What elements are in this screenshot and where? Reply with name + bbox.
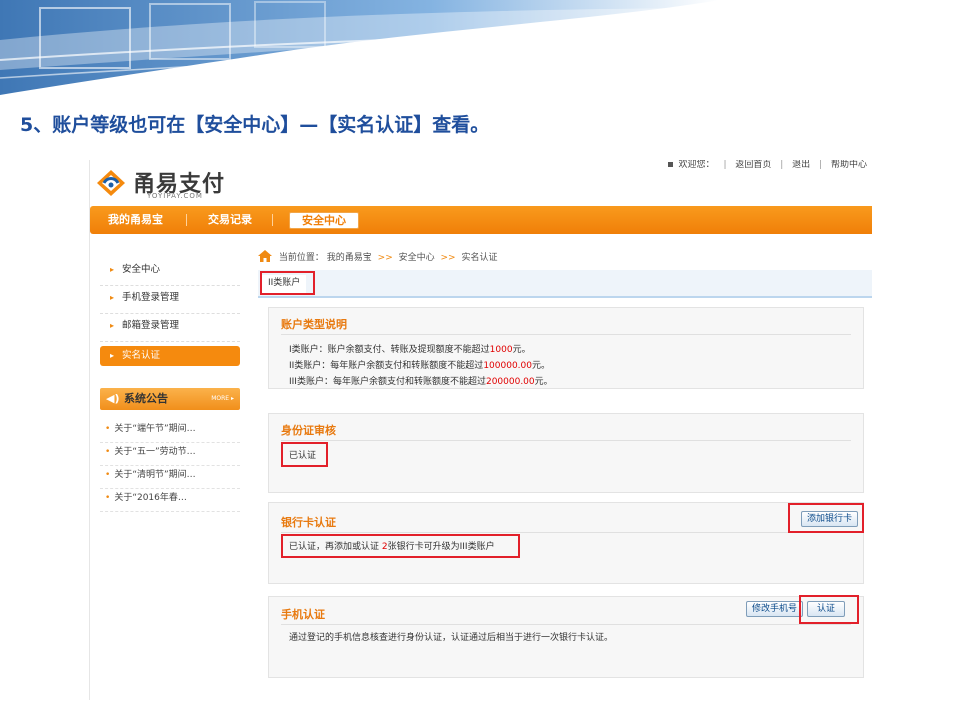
phone-title: 手机认证	[281, 608, 325, 621]
sidebar-item-security-center[interactable]: ▸ 安全中心	[100, 258, 240, 286]
chevron-right-icon: ▸	[110, 265, 115, 274]
account-type-line: III类账户：每年账户余额支付和转账额度不能超过200000.00元。	[289, 377, 553, 387]
slide-title: 5、账户等级也可在【安全中心】—【实名认证】查看。	[20, 114, 490, 136]
top-links: 欢迎您： | 返回首页 | 退出 | 帮助中心	[665, 160, 870, 170]
account-type-line: II类账户：每年账户余额支付和转账额度不能超过100000.00元。	[289, 361, 550, 371]
notice-more-link[interactable]: MORE ▸	[211, 388, 234, 410]
nav-transactions[interactable]: 交易记录	[208, 206, 252, 234]
breadcrumb-my-account[interactable]: 我的甬易宝	[327, 253, 372, 263]
id-check-panel: 身份证审核 已认证	[268, 413, 864, 493]
chevron-right-icon: ▸	[110, 351, 115, 360]
help-link[interactable]: 帮助中心	[831, 160, 867, 170]
modify-phone-button[interactable]: 修改手机号	[746, 601, 804, 617]
main-nav: 我的甬易宝 交易记录 安全中心	[90, 206, 872, 234]
sidebar-item-real-name[interactable]: ▸ 实名认证	[100, 346, 240, 366]
nav-my-account[interactable]: 我的甬易宝	[108, 206, 163, 234]
tab-bar: II类账户	[258, 270, 872, 298]
home-link[interactable]: 返回首页	[735, 160, 771, 170]
notice-item[interactable]: • 关于“2016年春…	[100, 489, 240, 512]
slide-header-decoration	[0, 0, 960, 95]
phone-description: 通过登记的手机信息核查进行身份认证，认证通过后相当于进行一次银行卡认证。	[289, 633, 614, 643]
welcome-text: 欢迎您：	[678, 160, 715, 170]
notice-header: ◀) 系统公告 MORE ▸	[100, 388, 240, 410]
speaker-icon: ◀)	[106, 392, 120, 405]
breadcrumb-real-name: 实名认证	[461, 253, 498, 263]
logo-mark-icon	[97, 170, 125, 196]
highlight-account-level	[260, 271, 315, 295]
breadcrumb-security-center[interactable]: 安全中心	[399, 253, 435, 263]
highlight-id-status	[281, 442, 328, 467]
home-icon	[258, 250, 272, 262]
account-types-panel: 账户类型说明 I类账户：账户余额支付、转账及提现额度不能超过1000元。 II类…	[268, 307, 864, 389]
highlight-add-bank-card	[788, 503, 864, 533]
bullet-icon	[667, 162, 673, 167]
notice-item[interactable]: • 关于“清明节”期间…	[100, 466, 240, 489]
sidebar-item-phone-login[interactable]: ▸ 手机登录管理	[100, 286, 240, 314]
website-screenshot: 欢迎您： | 返回首页 | 退出 | 帮助中心 甬易支付 YOYIPAY.COM…	[89, 160, 872, 700]
highlight-bank-status	[281, 534, 520, 558]
breadcrumb-label: 当前位置：	[278, 253, 324, 263]
chevron-right-icon: ▸	[110, 321, 115, 330]
site-logo[interactable]: 甬易支付 YOYIPAY.COM	[95, 166, 245, 202]
nav-security-center[interactable]: 安全中心	[289, 212, 359, 229]
sidebar-item-email-login[interactable]: ▸ 邮箱登录管理	[100, 314, 240, 342]
highlight-verify-button	[799, 595, 859, 624]
notice-title: 系统公告	[124, 392, 168, 405]
bank-card-title: 银行卡认证	[281, 516, 336, 529]
account-types-title: 账户类型说明	[281, 318, 347, 331]
sidebar: ▸ 安全中心 ▸ 手机登录管理 ▸ 邮箱登录管理 ▸ 实名认证 ◀) 系统公告 MORE…	[100, 258, 240, 512]
breadcrumb: 当前位置： 我的甬易宝 >> 安全中心 >> 实名认证	[258, 250, 498, 266]
id-check-title: 身份证审核	[281, 424, 336, 437]
logout-link[interactable]: 退出	[792, 160, 810, 170]
notice-item[interactable]: • 关于“五一”劳动节…	[100, 443, 240, 466]
logo-subtitle: YOYIPAY.COM	[147, 192, 203, 200]
notice-list: • 关于“端午节”期间… • 关于“五一”劳动节… • 关于“清明节”期间… • 关于“…	[100, 420, 240, 512]
account-type-line: I类账户：账户余额支付、转账及提现额度不能超过1000元。	[289, 345, 531, 355]
chevron-right-icon: ▸	[110, 293, 115, 302]
notice-item[interactable]: • 关于“端午节”期间…	[100, 420, 240, 443]
